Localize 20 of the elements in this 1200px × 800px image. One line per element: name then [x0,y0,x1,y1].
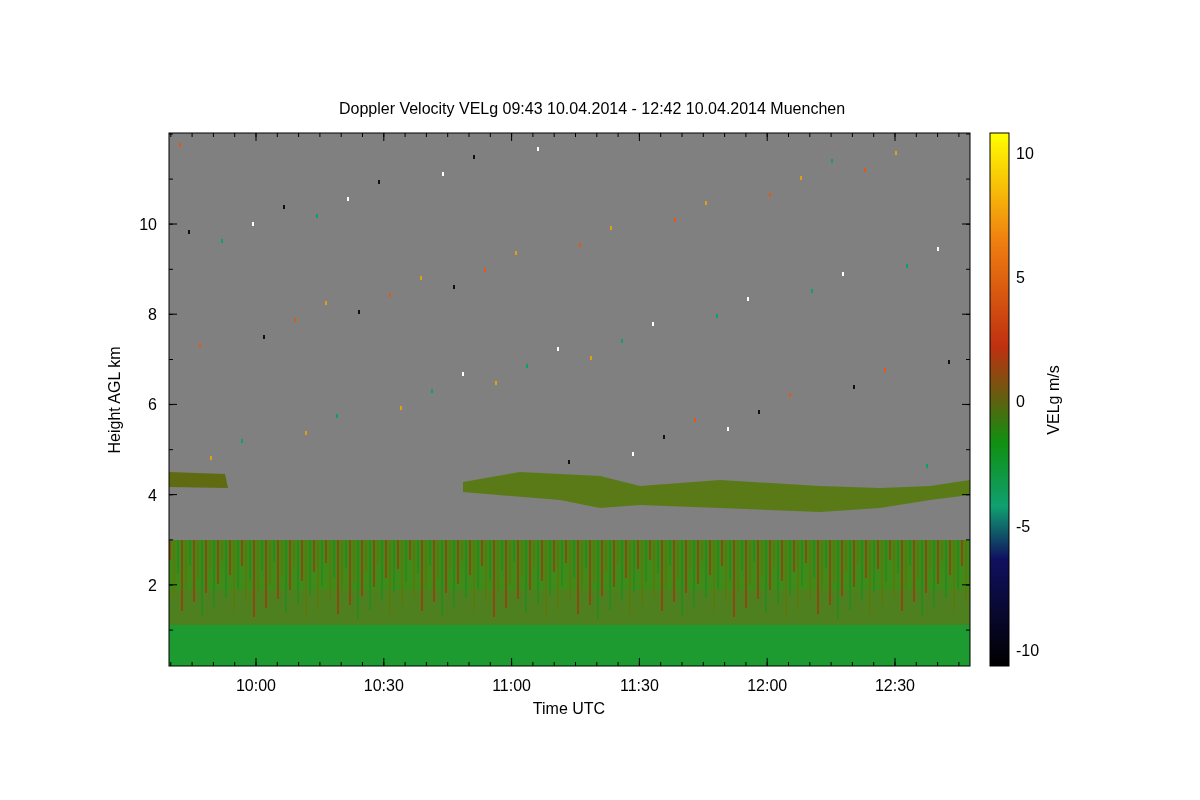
y-tick-label: 2 [148,576,157,594]
colorbar-label: VELg m/s [1045,365,1062,435]
x-tick-label: 11:30 [619,677,659,694]
x-tick-label: 12:00 [747,677,788,694]
x-tick-label: 10:00 [236,677,276,694]
chart-title: Doppler Velocity VELg 09:43 10.04.2014 - 12:42 10.04.2014 Muenchen [338,100,846,117]
y-tick-label: 4 [148,486,157,504]
y-tick-label: 8 [148,306,157,324]
colorbar-tick-label: -10 [1016,641,1040,659]
x-tick-label: 12:30 [875,677,915,694]
colorbar-tick-label: -5 [1016,517,1031,535]
y-tick-label: 6 [148,396,157,414]
colorbar-tick-label: 10 [1016,145,1034,162]
x-tick-label: 10:30 [363,677,404,694]
y-axis-label: Height AGL km [106,346,123,454]
x-axis-label: Time UTC [532,700,606,717]
colorbar-tick-label: 0 [1016,393,1025,411]
y-tick-label: 10 [139,216,157,233]
colorbar-tick-label: 5 [1016,269,1025,287]
x-tick-label: 11:00 [492,677,532,694]
